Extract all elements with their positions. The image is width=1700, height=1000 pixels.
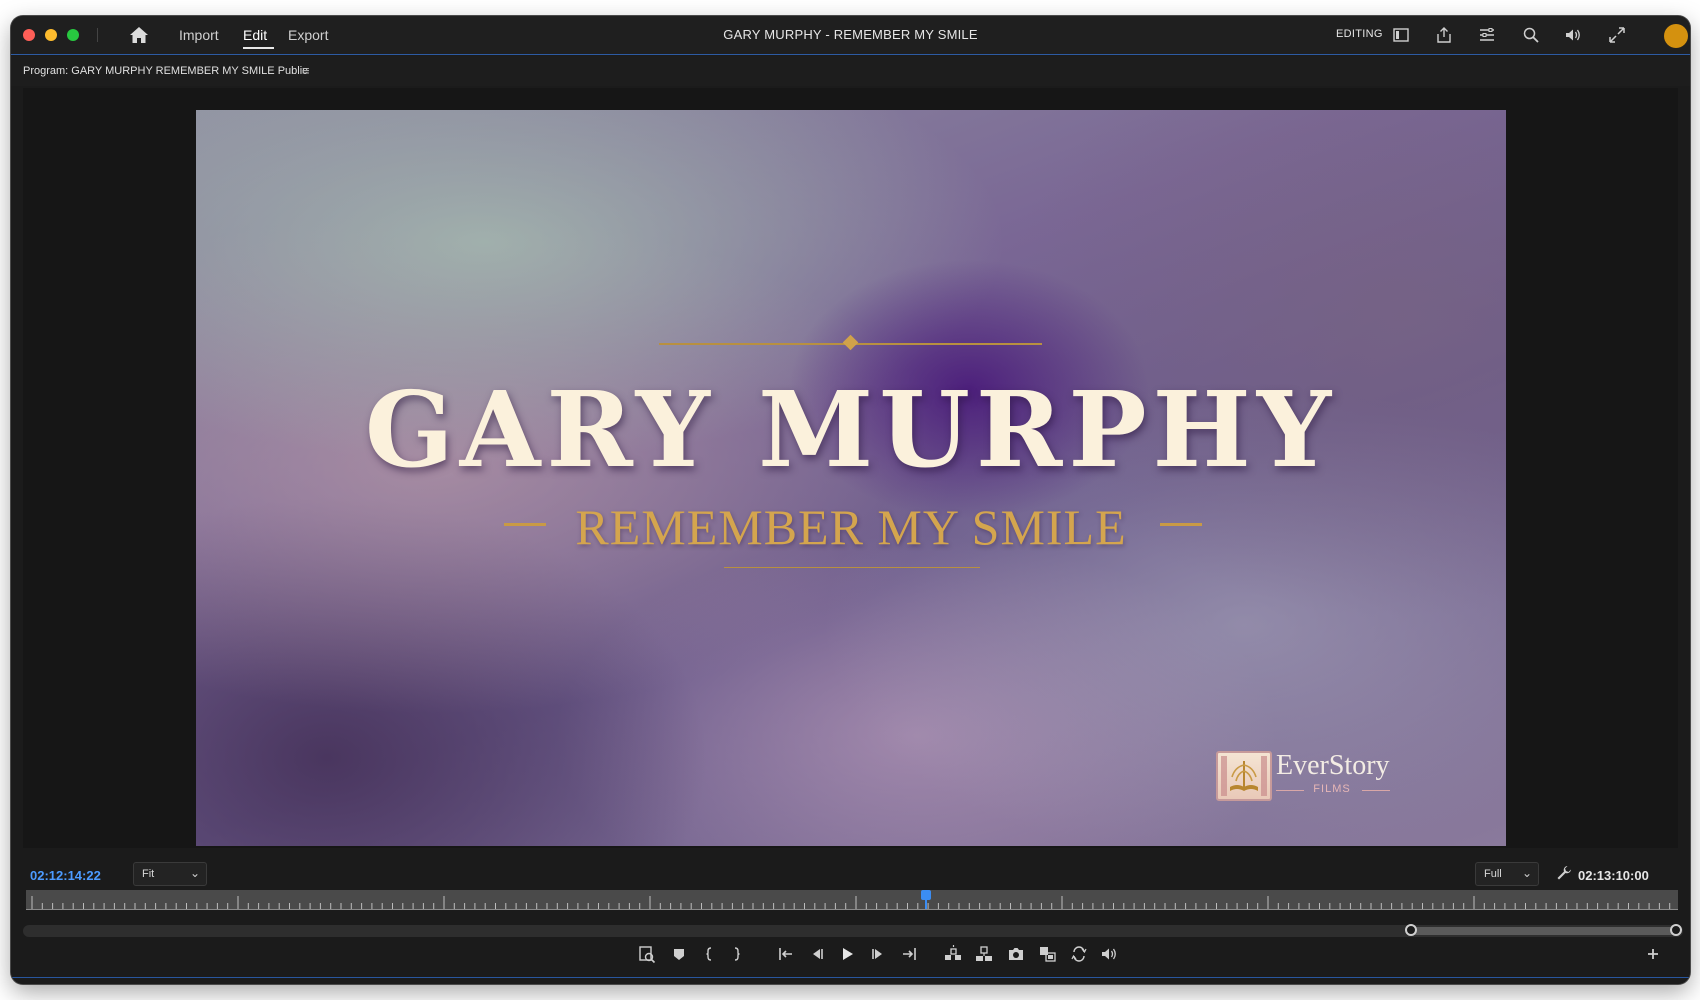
everstory-logo-icon (1216, 751, 1272, 801)
logo-name: EverStory (1276, 750, 1390, 781)
playhead-handle[interactable] (921, 890, 932, 900)
zoom-level-select[interactable]: Fit ⌄ (133, 862, 207, 886)
workspace-label[interactable]: EDITING (1336, 28, 1383, 40)
volume-icon[interactable] (1564, 26, 1582, 44)
marker-icon[interactable] (669, 944, 689, 964)
panel-layout-icon[interactable] (1392, 26, 1410, 44)
zoom-scrollbar-handle-left[interactable] (1405, 924, 1417, 936)
chevron-down-icon: ⌄ (189, 866, 200, 880)
fullscreen-icon[interactable] (1608, 26, 1626, 44)
mark-in-icon[interactable] (699, 944, 719, 964)
zoom-level-value: Fit (142, 868, 155, 880)
step-forward-icon[interactable] (868, 944, 888, 964)
loop-icon[interactable] (1069, 944, 1089, 964)
current-timecode[interactable]: 02:12:14:22 (30, 868, 101, 883)
go-to-in-icon[interactable] (776, 944, 796, 964)
lift-icon[interactable] (943, 944, 963, 964)
duration-timecode: 02:13:10:00 (1578, 868, 1649, 883)
avatar[interactable] (1664, 24, 1688, 48)
add-marker-icon[interactable] (637, 944, 657, 964)
title-ornament-diamond (842, 334, 859, 351)
time-ruler[interactable] (26, 890, 1678, 910)
titlebar-accent-line (11, 54, 1690, 55)
export-frame-icon[interactable] (1006, 944, 1026, 964)
play-icon[interactable] (837, 944, 857, 964)
add-button-icon[interactable] (1643, 944, 1663, 964)
zoom-scrollbar-thumb[interactable] (1410, 927, 1675, 935)
search-icon[interactable] (1522, 26, 1540, 44)
nav-edit-active-indicator (243, 47, 274, 49)
panel-menu-icon[interactable]: ≡ (302, 63, 310, 78)
list-menu-icon[interactable] (1478, 26, 1496, 44)
bottom-accent-line (11, 977, 1690, 978)
video-subtitle: REMEMBER MY SMILE (575, 499, 1127, 555)
wrench-icon[interactable] (1555, 864, 1573, 882)
audio-icon[interactable] (1099, 944, 1119, 964)
insert-icon[interactable] (1038, 944, 1058, 964)
logo-subtitle: FILMS (1313, 783, 1351, 795)
program-monitor-header: Program: GARY MURPHY REMEMBER MY SMILE P… (11, 56, 1690, 86)
go-to-out-icon[interactable] (899, 944, 919, 964)
time-ruler-ticks (26, 896, 1678, 910)
chevron-down-icon: ⌄ (1521, 866, 1532, 880)
video-frame[interactable]: GARY MURPHY REMEMBER MY SMILE EverStory … (196, 110, 1506, 846)
share-icon[interactable] (1435, 26, 1453, 44)
subtitle-ornament-line (724, 567, 980, 568)
subtitle-dash-right (1160, 523, 1202, 526)
extract-icon[interactable] (974, 944, 994, 964)
playback-resolution-select[interactable]: Full ⌄ (1475, 862, 1539, 886)
playback-resolution-value: Full (1484, 868, 1502, 880)
logo-sub-line-right (1362, 790, 1390, 791)
zoom-scrollbar-handle-right[interactable] (1670, 924, 1682, 936)
program-monitor-title[interactable]: Program: GARY MURPHY REMEMBER MY SMILE P… (23, 65, 308, 77)
playhead-line (925, 900, 928, 909)
mark-out-icon[interactable] (727, 944, 747, 964)
step-back-icon[interactable] (807, 944, 827, 964)
video-main-title: GARY MURPHY (364, 368, 1338, 491)
app-window: Import Edit Export GARY MURPHY - REMEMBE… (11, 16, 1690, 984)
title-bar: Import Edit Export GARY MURPHY - REMEMBE… (11, 16, 1690, 55)
playback-controls: 02:12:14:22 Fit ⌄ Full ⌄ 02:13:10:00 (11, 854, 1690, 984)
